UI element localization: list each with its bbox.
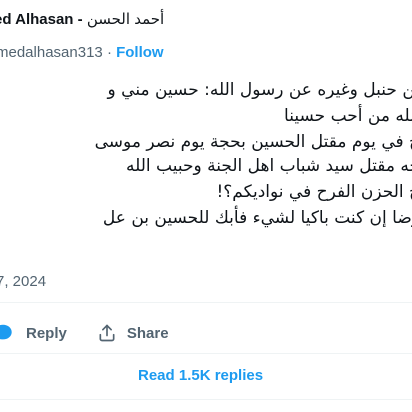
author-handle-row: medalhasan313 · Follow bbox=[0, 44, 164, 61]
tweet-actions: Reply Share bbox=[0, 322, 169, 344]
tweet-text-line: بن حنبل وغيره عن رسول الله: حسين مني و bbox=[107, 80, 412, 100]
tweet-text-line: الله من أحب حسينا bbox=[284, 106, 412, 126]
reply-label: Reply bbox=[26, 324, 67, 342]
author-name[interactable]: ed Alhasan - أحمد الحسن bbox=[0, 10, 164, 28]
tweet-date[interactable]: 7, 2024 bbox=[0, 273, 46, 290]
divider bbox=[0, 302, 412, 303]
tweet-text-line: خ الحزن الفرح في نواديكم؟! bbox=[216, 182, 412, 202]
author-handle[interactable]: medalhasan313 bbox=[0, 44, 103, 61]
author-name-latin[interactable]: ed Alhasan - bbox=[0, 11, 83, 28]
divider bbox=[0, 399, 412, 400]
author-name-arabic[interactable]: أحمد الحسن bbox=[87, 11, 164, 28]
share-button[interactable]: Share bbox=[97, 323, 169, 343]
share-label: Share bbox=[126, 324, 169, 342]
reply-button[interactable]: Reply bbox=[0, 322, 67, 344]
tweet-text-line: خه مقتل سيد شباب اهل الجنة وحبيب الله bbox=[125, 156, 412, 176]
tweet-text-line: ح في يوم مقتل الحسين بحجة يوم نصر موسى bbox=[94, 132, 412, 152]
follow-button[interactable]: Follow bbox=[116, 44, 164, 61]
share-icon bbox=[97, 323, 117, 343]
separator-dot: · bbox=[106, 44, 112, 61]
tweet-text-line: رضا إن كنت باكيا لشيء فأبك للحسين بن عل bbox=[102, 208, 412, 228]
read-replies-link[interactable]: Read 1.5K replies bbox=[138, 367, 263, 384]
divider bbox=[0, 353, 412, 354]
reply-icon bbox=[0, 322, 14, 344]
